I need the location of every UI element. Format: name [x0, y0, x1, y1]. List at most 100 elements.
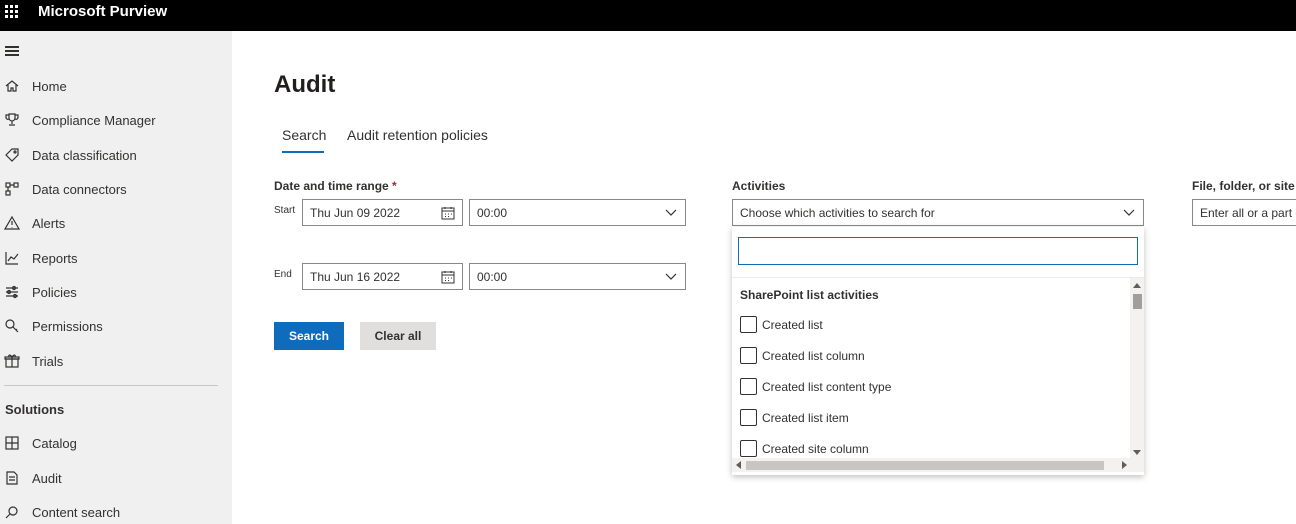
end-time-select[interactable]: 00:00 — [469, 263, 686, 290]
vertical-scrollbar[interactable] — [1130, 278, 1144, 458]
file-folder-site-label: File, folder, or site — [1192, 179, 1296, 193]
sidebar-item-content-search[interactable]: Content search — [0, 498, 232, 524]
tab-audit-retention-policies[interactable]: Audit retention policies — [347, 127, 488, 143]
scroll-right-icon[interactable] — [1122, 461, 1127, 469]
main-content: Audit Search Audit retention policies Da… — [232, 31, 1296, 524]
sidebar-item-label: Trials — [32, 354, 64, 369]
sidebar-divider — [4, 385, 218, 386]
start-time-select[interactable]: 00:00 — [469, 199, 686, 226]
chart-icon — [5, 252, 19, 265]
calendar-icon[interactable] — [441, 270, 455, 284]
sidebar-item-label: Catalog — [32, 436, 77, 451]
sidebar-section-solutions: Solutions — [5, 402, 65, 417]
chevron-down-icon — [1123, 209, 1135, 216]
end-date-value: Thu Jun 16 2022 — [310, 270, 401, 284]
activities-dropdown: SharePoint list activities Created list … — [732, 227, 1144, 475]
sidebar-item-label: Content search — [32, 505, 121, 520]
sidebar-item-label: Alerts — [32, 216, 66, 231]
key-icon — [5, 319, 19, 333]
end-date-field[interactable]: Thu Jun 16 2022 — [302, 263, 463, 290]
trophy-icon — [5, 113, 19, 126]
start-date-value: Thu Jun 09 2022 — [310, 206, 401, 220]
checkbox[interactable] — [740, 378, 757, 395]
audit-icon — [6, 471, 18, 485]
activities-label: Activities — [732, 179, 786, 193]
start-date-field[interactable]: Thu Jun 09 2022 — [302, 199, 463, 226]
sidebar-item-home[interactable]: Home — [0, 72, 232, 100]
date-range-label-text: Date and time range — [274, 179, 389, 193]
top-bar: Microsoft Purview — [0, 0, 1296, 31]
app-title[interactable]: Microsoft Purview — [38, 3, 167, 20]
activities-placeholder: Choose which activities to search for — [740, 206, 935, 220]
page-title: Audit — [274, 71, 336, 98]
option-created-list-content-type[interactable]: Created list content type — [740, 377, 1120, 397]
sidebar-item-compliance-manager[interactable]: Compliance Manager — [0, 106, 232, 134]
file-folder-site-input[interactable]: Enter all or a part o — [1192, 199, 1296, 226]
sidebar-item-reports[interactable]: Reports — [0, 244, 232, 272]
scroll-left-icon[interactable] — [736, 461, 741, 469]
chevron-down-icon — [665, 209, 677, 216]
scroll-thumb[interactable] — [746, 461, 1104, 470]
sidebar-item-policies[interactable]: Policies — [0, 278, 232, 306]
sidebar-item-data-classification[interactable]: Data classification — [0, 141, 232, 169]
start-label: Start — [274, 205, 296, 216]
option-created-list[interactable]: Created list — [740, 315, 1120, 335]
option-label: Created list item — [762, 411, 849, 425]
sidebar: Home Compliance Manager Data classificat… — [0, 31, 232, 524]
active-tab-indicator — [282, 151, 324, 153]
option-created-site-column[interactable]: Created site column — [740, 439, 1120, 459]
option-label: Created list — [762, 318, 823, 332]
file-folder-site-placeholder: Enter all or a part o — [1200, 206, 1296, 220]
horizontal-scrollbar[interactable] — [732, 458, 1144, 472]
tag-icon — [5, 148, 19, 162]
end-label: End — [274, 269, 292, 280]
sidebar-item-label: Home — [32, 79, 67, 94]
scroll-thumb[interactable] — [1133, 294, 1142, 309]
calendar-icon[interactable] — [441, 206, 455, 220]
group-header: SharePoint list activities — [740, 288, 879, 302]
activities-select[interactable]: Choose which activities to search for — [732, 199, 1144, 226]
option-created-list-column[interactable]: Created list column — [740, 346, 1120, 366]
file-folder-site-label-text: File, folder, or site — [1192, 179, 1295, 193]
search-icon — [5, 506, 18, 519]
sidebar-item-catalog[interactable]: Catalog — [0, 429, 232, 457]
date-range-label: Date and time range * — [274, 179, 397, 193]
hamburger-menu-icon[interactable] — [5, 46, 19, 56]
sidebar-item-label: Reports — [32, 251, 78, 266]
option-created-list-item[interactable]: Created list item — [740, 408, 1120, 428]
checkbox[interactable] — [740, 347, 757, 364]
clear-all-button[interactable]: Clear all — [360, 322, 436, 350]
tab-search[interactable]: Search — [282, 127, 326, 143]
chevron-down-icon — [665, 273, 677, 280]
home-icon — [5, 80, 19, 92]
sidebar-item-label: Compliance Manager — [32, 113, 156, 128]
option-label: Created list content type — [762, 380, 892, 394]
checkbox[interactable] — [740, 316, 757, 333]
sidebar-item-audit[interactable]: Audit — [0, 464, 232, 492]
activities-search-input[interactable] — [738, 237, 1138, 265]
start-time-value: 00:00 — [477, 206, 508, 220]
scroll-down-icon[interactable] — [1133, 450, 1141, 455]
connector-icon — [5, 182, 19, 196]
option-label: Created site column — [762, 442, 869, 456]
grid-icon — [5, 436, 19, 450]
sidebar-item-label: Permissions — [32, 319, 103, 334]
sidebar-item-permissions[interactable]: Permissions — [0, 312, 232, 340]
checkbox[interactable] — [740, 409, 757, 426]
warning-icon — [4, 215, 20, 230]
sidebar-item-trials[interactable]: Trials — [0, 347, 232, 375]
option-label: Created list column — [762, 349, 865, 363]
scroll-up-icon[interactable] — [1133, 283, 1141, 288]
sidebar-item-label: Data connectors — [32, 182, 127, 197]
sidebar-item-alerts[interactable]: Alerts — [0, 209, 232, 237]
app-launcher-icon[interactable] — [4, 4, 20, 20]
required-marker: * — [392, 179, 397, 193]
sidebar-item-label: Audit — [32, 471, 62, 486]
end-time-value: 00:00 — [477, 270, 508, 284]
sidebar-item-label: Policies — [32, 285, 77, 300]
search-button[interactable]: Search — [274, 322, 344, 350]
sliders-icon — [6, 285, 18, 299]
gift-icon — [4, 354, 20, 368]
checkbox[interactable] — [740, 440, 757, 457]
sidebar-item-data-connectors[interactable]: Data connectors — [0, 175, 232, 203]
